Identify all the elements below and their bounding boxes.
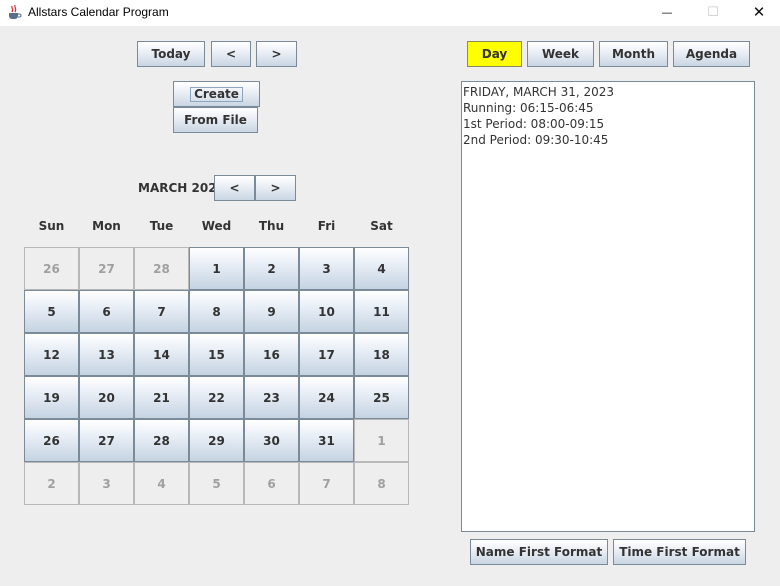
agenda-text-area[interactable]: FRIDAY, MARCH 31, 2023 Running: 06:15-06:…	[461, 81, 755, 532]
close-button[interactable]: ✕	[736, 0, 780, 24]
day-cell-other-month: 1	[354, 419, 409, 462]
day-cell[interactable]: 21	[134, 376, 189, 419]
weekday-header: Tue	[149, 219, 174, 233]
day-cell[interactable]: 2	[244, 247, 299, 290]
minimize-button[interactable]: —	[644, 0, 690, 24]
day-cell[interactable]: 25	[354, 376, 409, 419]
day-cell[interactable]: 23	[244, 376, 299, 419]
day-cell[interactable]: 28	[134, 419, 189, 462]
day-cell[interactable]: 14	[134, 333, 189, 376]
create-button-label: Create	[190, 86, 243, 102]
day-cell[interactable]: 20	[79, 376, 134, 419]
day-cell[interactable]: 8	[189, 290, 244, 333]
day-cell-other-month: 4	[134, 462, 189, 505]
day-cell[interactable]: 7	[134, 290, 189, 333]
day-cell-other-month: 2	[24, 462, 79, 505]
day-cell[interactable]: 12	[24, 333, 79, 376]
day-cell-other-month: 5	[189, 462, 244, 505]
prev-month-button[interactable]: <	[214, 175, 255, 201]
day-cell[interactable]: 6	[79, 290, 134, 333]
day-cell[interactable]: 15	[189, 333, 244, 376]
weekday-header: Wed	[201, 219, 232, 233]
day-cell[interactable]: 3	[299, 247, 354, 290]
day-cell-other-month: 27	[79, 247, 134, 290]
day-cell-other-month: 6	[244, 462, 299, 505]
day-cell[interactable]: 16	[244, 333, 299, 376]
create-button[interactable]: Create	[173, 81, 260, 107]
day-cell[interactable]: 11	[354, 290, 409, 333]
day-cell-other-month: 7	[299, 462, 354, 505]
day-cell[interactable]: 9	[244, 290, 299, 333]
weekday-header: Sun	[38, 219, 65, 233]
weekday-header: Sat	[370, 219, 393, 233]
java-coffee-icon	[9, 4, 22, 19]
prev-period-button[interactable]: <	[211, 41, 251, 67]
name-first-format-button[interactable]: Name First Format	[470, 539, 608, 565]
agenda-line: 1st Period: 08:00-09:15	[463, 117, 605, 131]
day-cell[interactable]: 30	[244, 419, 299, 462]
today-button[interactable]: Today	[137, 41, 205, 67]
weekday-header: Thu	[258, 219, 285, 233]
next-month-button[interactable]: >	[255, 175, 296, 201]
maximize-icon: ☐	[707, 4, 719, 20]
from-file-button[interactable]: From File	[173, 107, 258, 133]
day-cell[interactable]: 1	[189, 247, 244, 290]
day-cell[interactable]: 29	[189, 419, 244, 462]
day-cell-other-month: 26	[24, 247, 79, 290]
tab-day[interactable]: Day	[467, 41, 522, 67]
client-area: Today < > Create From File Day Week Mont…	[0, 26, 780, 586]
agenda-line: 2nd Period: 09:30-10:45	[463, 133, 609, 147]
day-cell[interactable]: 26	[24, 419, 79, 462]
window-title: Allstars Calendar Program	[28, 5, 169, 19]
time-first-format-button[interactable]: Time First Format	[613, 539, 746, 565]
day-cell[interactable]: 18	[354, 333, 409, 376]
day-cell-other-month: 8	[354, 462, 409, 505]
next-period-button[interactable]: >	[256, 41, 297, 67]
calendar-grid: 26 27 28 1 2 3 4 5 6 7 8 9 10 11 12 13 14 15 16 17 18 19 20 21 2…	[24, 247, 409, 505]
day-cell[interactable]: 10	[299, 290, 354, 333]
day-cell[interactable]: 24	[299, 376, 354, 419]
agenda-line: FRIDAY, MARCH 31, 2023	[463, 85, 615, 99]
weekday-header: Fri	[317, 219, 336, 233]
weekday-header: Mon	[92, 219, 121, 233]
day-cell[interactable]: 27	[79, 419, 134, 462]
day-cell[interactable]: 5	[24, 290, 79, 333]
agenda-line: Running: 06:15-06:45	[463, 101, 594, 115]
tab-month[interactable]: Month	[599, 41, 668, 67]
day-cell[interactable]: 4	[354, 247, 409, 290]
day-cell-other-month: 28	[134, 247, 189, 290]
minimize-icon: —	[661, 5, 673, 19]
day-cell[interactable]: 19	[24, 376, 79, 419]
day-cell[interactable]: 17	[299, 333, 354, 376]
day-cell[interactable]: 31	[299, 419, 354, 462]
tab-agenda[interactable]: Agenda	[673, 41, 750, 67]
tab-week[interactable]: Week	[527, 41, 594, 67]
day-cell[interactable]: 13	[79, 333, 134, 376]
day-cell[interactable]: 22	[189, 376, 244, 419]
maximize-button[interactable]: ☐	[690, 0, 736, 24]
close-icon: ✕	[752, 3, 766, 21]
month-year-label: MARCH 2023	[138, 181, 225, 195]
title-bar: Allstars Calendar Program — ☐ ✕	[0, 0, 780, 26]
day-cell-other-month: 3	[79, 462, 134, 505]
